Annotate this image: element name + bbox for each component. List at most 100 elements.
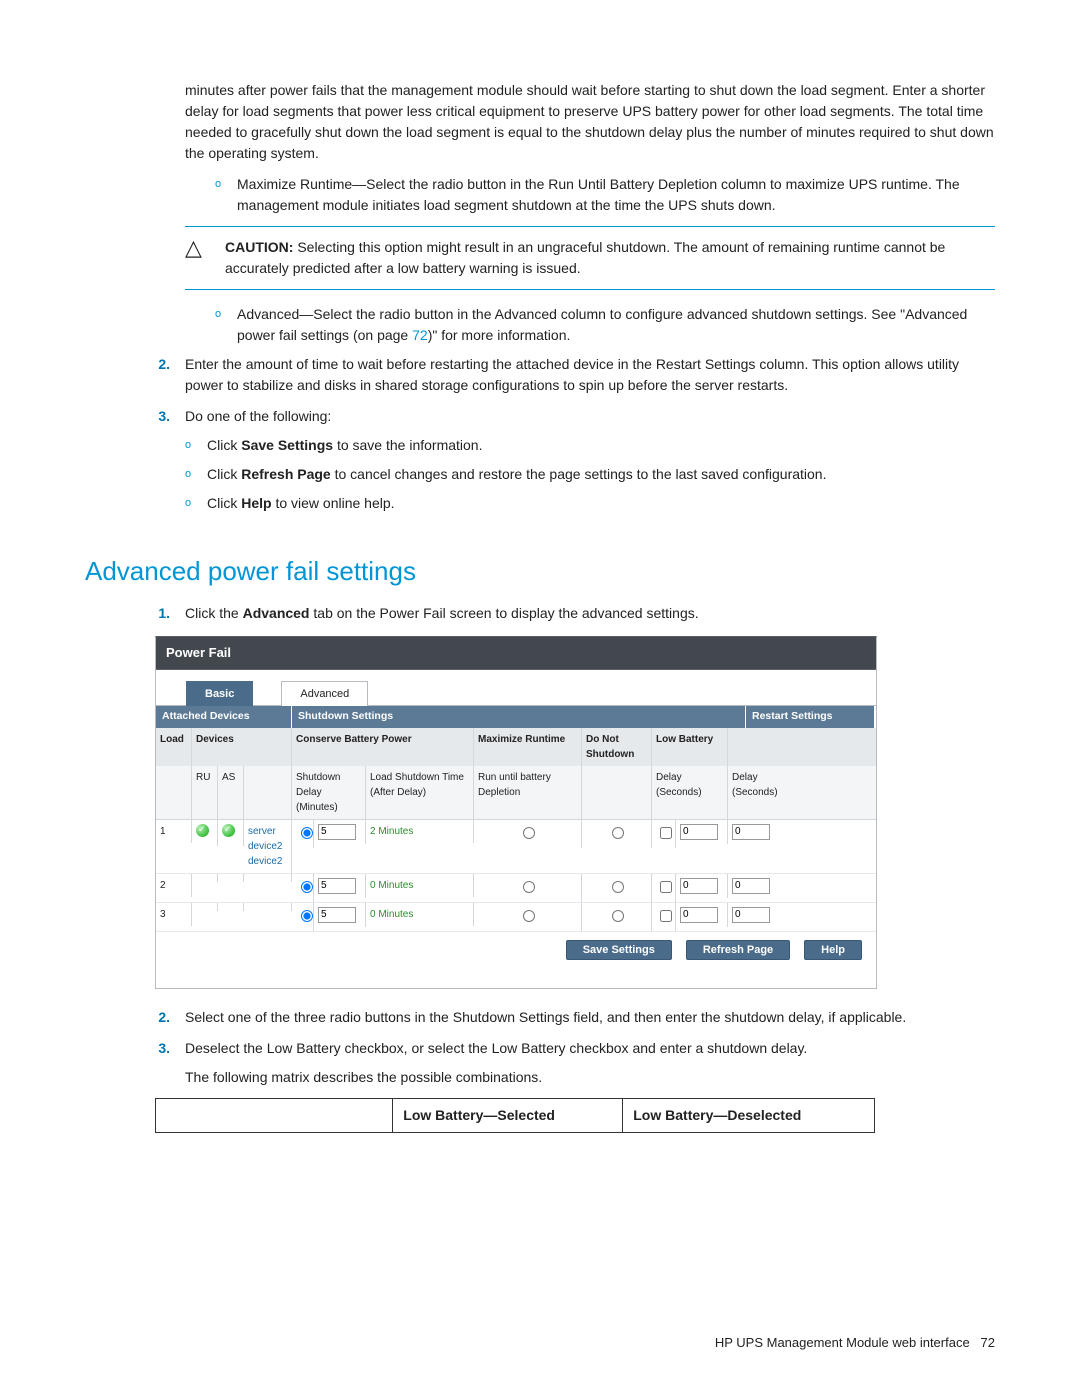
device-link[interactable]: device2 [248,839,287,854]
help-button[interactable]: Help [804,940,862,960]
col-devices: Devices [192,728,292,766]
status-ok-icon [222,824,235,837]
conserve-radio[interactable] [301,910,313,922]
section-attached-devices: Attached Devices [156,706,292,728]
action-help: Click Help to view online help. [207,493,995,514]
power-fail-screenshot: Power Fail Basic Advanced Attached Devic… [155,636,877,989]
col-do-not-shutdown: Do Not Shutdown [582,728,652,766]
low-battery-delay-input[interactable] [680,824,718,840]
shutdown-delay-input[interactable] [318,878,356,894]
do-not-shutdown-radio[interactable] [612,827,624,839]
restart-delay-input[interactable] [732,878,770,894]
device-link[interactable]: device2 [248,854,287,869]
bullet-icon: o [185,435,207,456]
col-low-battery-delay: Delay (Seconds) [652,766,728,819]
bullet-icon: o [215,174,237,216]
conserve-radio[interactable] [301,881,313,893]
cell-low-battery-check [652,820,676,848]
cell-do-not-shutdown-radio [582,903,652,931]
col-maximize-runtime: Maximize Runtime [474,728,582,766]
col-load-shutdown-time: Load Shutdown Time (After Delay) [366,766,474,819]
cell-shutdown-delay [314,903,366,927]
save-settings-button[interactable]: Save Settings [566,940,672,960]
cell-load-shutdown-time: 2 Minutes [366,820,474,843]
step-number-3: 3. [140,406,185,522]
bullet-icon: o [215,304,237,346]
action-refresh-page: Click Refresh Page to cancel changes and… [207,464,995,485]
cell-as [218,820,244,846]
adv-step-number-3: 3. [140,1038,185,1088]
cell-restart-delay [728,820,788,844]
cell-shutdown-delay [314,820,366,844]
matrix-intro: The following matrix describes the possi… [185,1067,995,1088]
restart-delay-input[interactable] [732,907,770,923]
cell-devices: serverdevice2device2 [244,820,292,873]
cell-low-battery-check [652,903,676,931]
cell-devices [244,874,292,882]
cell-do-not-shutdown-radio [582,874,652,902]
low-battery-checkbox[interactable] [660,881,672,893]
table-row: 30 Minutes [156,903,876,932]
low-battery-matrix: Low Battery—Selected Low Battery—Deselec… [155,1098,875,1133]
section-heading-advanced-power-fail: Advanced power fail settings [85,552,995,591]
device-link[interactable]: server [248,824,287,839]
bullet-maximize-runtime: Maximize Runtime—Select the radio button… [237,174,995,216]
low-battery-delay-input[interactable] [680,907,718,923]
do-not-shutdown-radio[interactable] [612,910,624,922]
cell-maximize-radio [474,874,582,902]
cell-load-shutdown-time: 0 Minutes [366,874,474,897]
section-shutdown-settings: Shutdown Settings [292,706,746,728]
step-3-intro: Do one of the following: [185,406,995,427]
caution-label: CAUTION: [225,239,293,255]
tab-advanced[interactable]: Advanced [281,681,368,707]
low-battery-checkbox[interactable] [660,827,672,839]
cell-maximize-radio [474,820,582,848]
table-row: 1serverdevice2device22 Minutes [156,820,876,874]
bullet-icon: o [185,493,207,514]
cell-restart-delay [728,903,788,927]
col-load: Load [156,728,192,766]
cell-low-battery-delay [676,903,728,927]
cell-as [218,903,244,911]
refresh-page-button[interactable]: Refresh Page [686,940,790,960]
col-restart-delay: Delay (Seconds) [728,766,788,819]
cell-load: 2 [156,874,192,897]
page-link-72[interactable]: 72 [412,327,428,343]
action-save-settings: Click Save Settings to save the informat… [207,435,995,456]
cell-ru [192,874,218,882]
step-2-text: Enter the amount of time to wait before … [185,354,995,396]
conserve-radio[interactable] [301,827,313,839]
page-footer: HP UPS Management Module web interface 7… [715,1333,995,1353]
bullet-advanced: Advanced—Select the radio button in the … [237,304,995,346]
cell-ru [192,903,218,911]
adv-step-2-text: Select one of the three radio buttons in… [185,1007,995,1028]
adv-step-1-text: Click the Advanced tab on the Power Fail… [185,603,995,624]
bullet-icon: o [185,464,207,485]
cell-low-battery-delay [676,874,728,898]
cell-restart-delay [728,874,788,898]
adv-step-number-2: 2. [140,1007,185,1028]
col-as: AS [218,766,244,819]
col-low-battery: Low Battery [652,728,728,766]
paragraph-shutdown-delay: minutes after power fails that the manag… [185,80,995,164]
cell-conserve-radio [292,903,314,931]
cell-load-shutdown-time: 0 Minutes [366,903,474,926]
low-battery-checkbox[interactable] [660,910,672,922]
restart-delay-input[interactable] [732,824,770,840]
maximize-runtime-radio[interactable] [523,827,535,839]
panel-title: Power Fail [156,637,876,670]
col-conserve: Conserve Battery Power [292,728,474,766]
cell-as [218,874,244,882]
shutdown-delay-input[interactable] [318,824,356,840]
do-not-shutdown-radio[interactable] [612,881,624,893]
low-battery-delay-input[interactable] [680,878,718,894]
section-restart-settings: Restart Settings [746,706,874,728]
cell-load: 1 [156,820,192,843]
maximize-runtime-radio[interactable] [523,881,535,893]
cell-conserve-radio [292,874,314,902]
tab-basic[interactable]: Basic [186,681,253,707]
shutdown-delay-input[interactable] [318,907,356,923]
cell-do-not-shutdown-radio [582,820,652,848]
cell-devices [244,903,292,911]
maximize-runtime-radio[interactable] [523,910,535,922]
